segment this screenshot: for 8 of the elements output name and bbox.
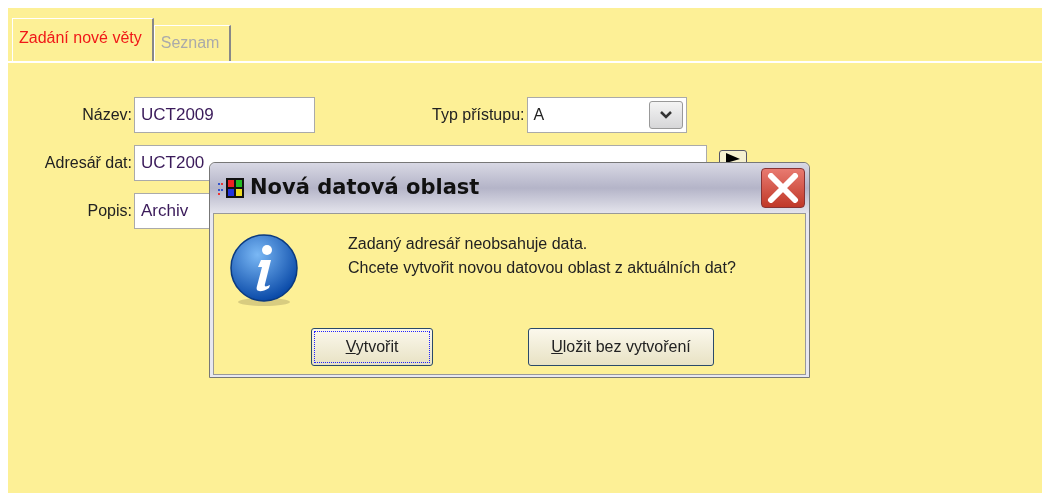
field-label: Název: bbox=[81, 105, 132, 125]
dialog-title: Nová datová oblast bbox=[250, 174, 481, 202]
field-label: Popis: bbox=[86, 201, 132, 221]
message-text: Chcete vytvořit novou datovou oblast z aktuálních dat? bbox=[348, 258, 736, 278]
field-label: Adresář dat: bbox=[43, 153, 132, 173]
field-label: Typ přístupu: bbox=[432, 105, 525, 125]
dropdown-value: A bbox=[533, 105, 545, 125]
message-text: Zadaný adresář neobsahuje data. bbox=[348, 234, 589, 254]
